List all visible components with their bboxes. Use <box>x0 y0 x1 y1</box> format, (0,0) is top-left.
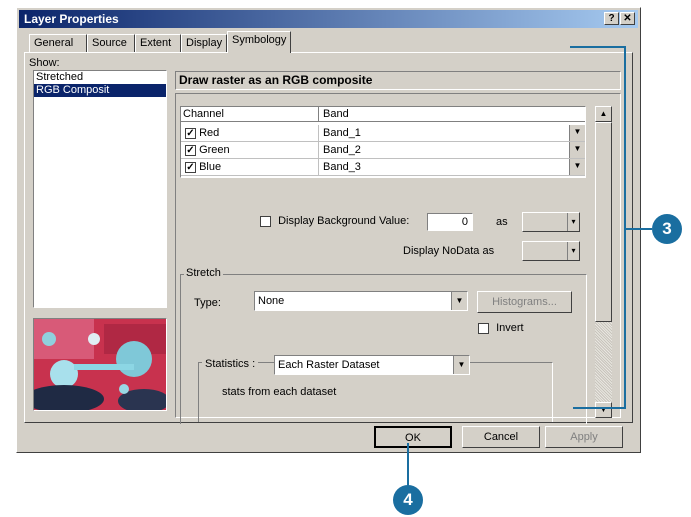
callout-bracket-3 <box>570 46 626 409</box>
callout-4: 4 <box>393 485 423 515</box>
callout-lines <box>407 46 652 487</box>
tab-symbology[interactable]: Symbology <box>227 31 291 53</box>
callout-3: 3 <box>652 214 682 244</box>
